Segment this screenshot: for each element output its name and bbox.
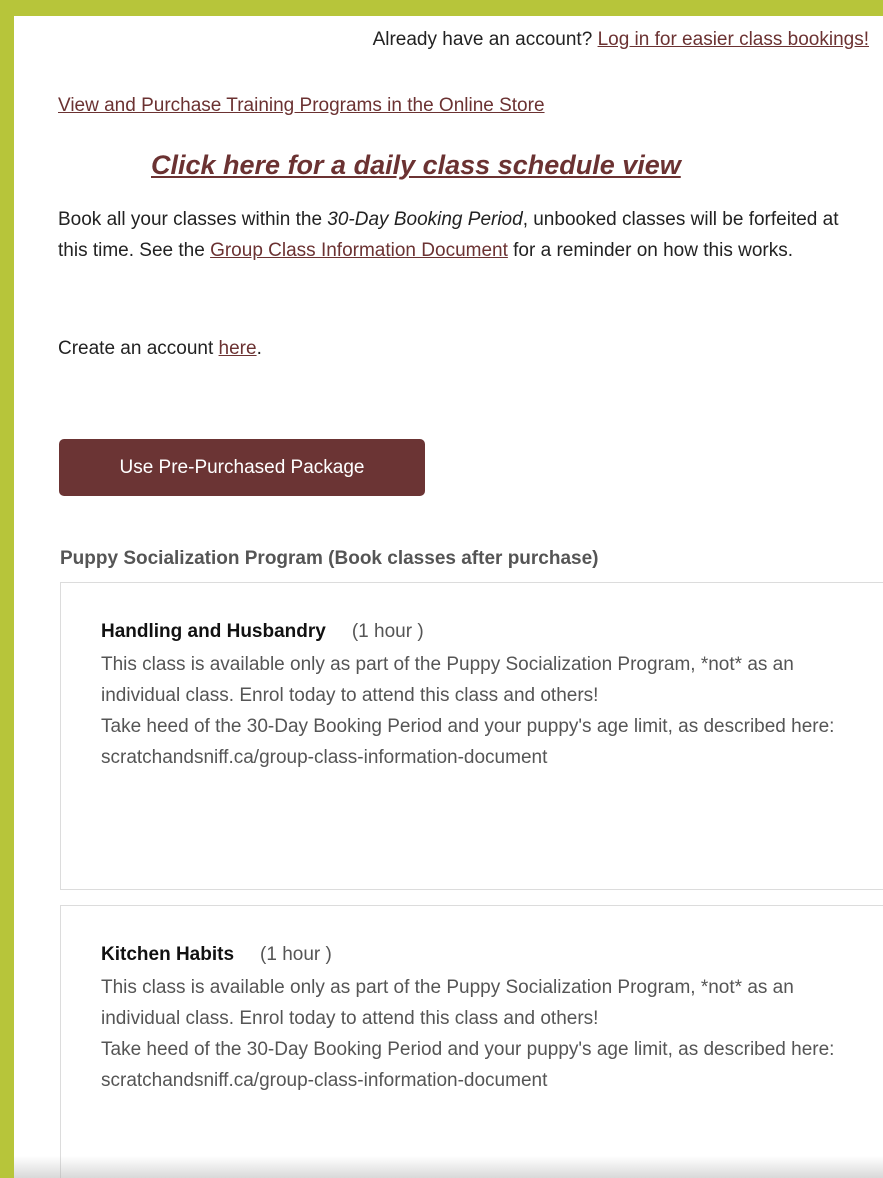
create-account-line: Create an account here. [58, 338, 262, 360]
intro-text-1: Book all your classes within the [58, 209, 328, 230]
class-description: This class is available only as part of … [101, 649, 841, 773]
bottom-fade [14, 1156, 883, 1178]
group-class-info-link[interactable]: Group Class Information Document [210, 240, 508, 261]
account-prompt-text: Already have an account? [372, 29, 593, 50]
create-account-text: Create an account [58, 338, 219, 359]
login-link[interactable]: Log in for easier class bookings! [598, 29, 869, 50]
online-store-link[interactable]: View and Purchase Training Programs in t… [58, 95, 545, 117]
booking-period-notice: Book all your classes within the 30-Day … [58, 204, 858, 266]
class-duration: (1 hour ) [351, 621, 424, 642]
intro-text-3: for a reminder on how this works. [507, 240, 793, 261]
class-title: Handling and Husbandry (1 hour ) [101, 621, 424, 643]
class-description-text: This class is available only as part of … [101, 654, 794, 706]
class-booking-note: Take heed of the 30-Day Booking Period a… [101, 716, 835, 768]
class-card[interactable]: Handling and Husbandry (1 hour ) This cla… [60, 582, 883, 890]
create-account-period: . [256, 338, 262, 359]
class-name: Kitchen Habits [101, 944, 235, 965]
login-prompt: Already have an account? Log in for easi… [373, 29, 869, 51]
class-description: This class is available only as part of … [101, 972, 841, 1096]
class-description-text: This class is available only as part of … [101, 977, 794, 1029]
booking-period-term: 30-Day Booking Period [327, 209, 523, 230]
program-heading: Puppy Socialization Program (Book classe… [60, 548, 599, 569]
class-duration: (1 hour ) [260, 944, 332, 965]
class-booking-note: Take heed of the 30-Day Booking Period a… [101, 1039, 835, 1091]
class-title: Kitchen Habits (1 hour ) [101, 944, 332, 966]
class-name: Handling and Husbandry [101, 621, 326, 642]
booking-panel: Already have an account? Log in for easi… [14, 16, 883, 1178]
daily-schedule-link[interactable]: Click here for a daily class schedule vi… [151, 150, 681, 181]
create-account-link[interactable]: here [219, 338, 257, 359]
class-card[interactable]: Kitchen Habits (1 hour ) This class is av… [60, 905, 883, 1178]
use-package-button[interactable]: Use Pre-Purchased Package [59, 439, 425, 496]
